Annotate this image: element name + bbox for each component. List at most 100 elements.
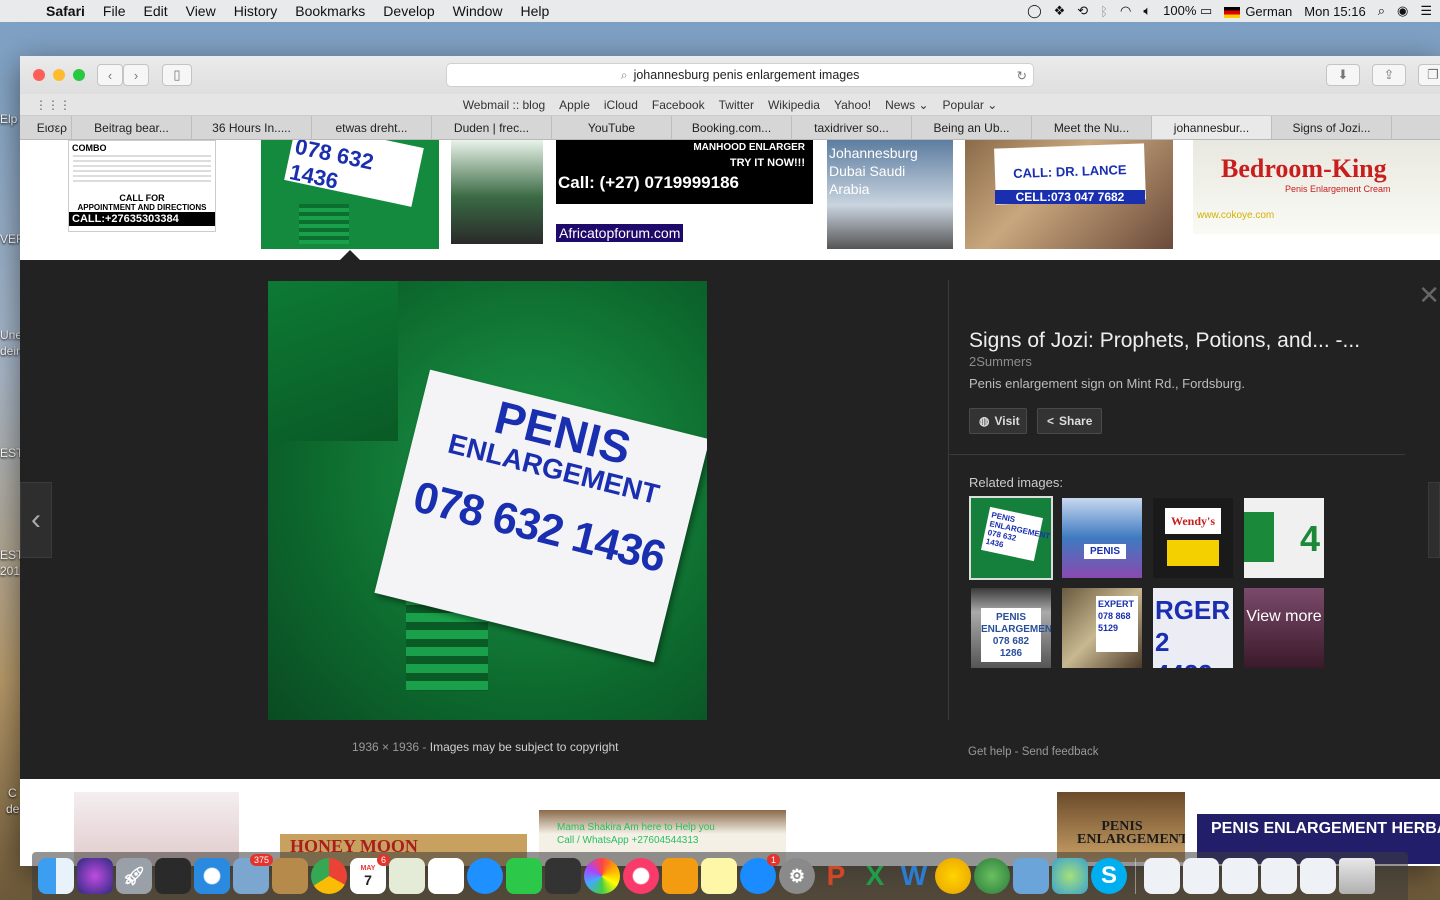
fav-webmail[interactable]: Webmail :: blog xyxy=(463,98,545,112)
battery-status[interactable]: 100% ▭ xyxy=(1163,3,1212,19)
image-result[interactable] xyxy=(451,140,543,244)
tab-overview-button[interactable]: ❐ xyxy=(1418,64,1440,86)
menu-help[interactable]: Help xyxy=(511,3,558,19)
reminders-icon[interactable] xyxy=(428,858,464,894)
safari-icon[interactable] xyxy=(194,858,230,894)
time-machine-icon[interactable]: ⟲ xyxy=(1077,3,1088,19)
sidebar-toggle-button[interactable]: ▯ xyxy=(162,64,192,86)
word-icon[interactable]: W xyxy=(896,858,932,894)
reload-icon[interactable]: ↻ xyxy=(1017,68,1027,83)
tab[interactable]: etwas dreht... xyxy=(312,116,432,139)
powerpoint-icon[interactable]: P xyxy=(818,858,854,894)
tab[interactable]: Being an Ub... xyxy=(912,116,1032,139)
notes-book-icon[interactable] xyxy=(272,858,308,894)
preview-icon[interactable] xyxy=(1013,858,1049,894)
status-circle-icon[interactable]: ◯ xyxy=(1027,3,1042,19)
zoom-window-button[interactable] xyxy=(73,69,85,81)
document-icon[interactable] xyxy=(1261,858,1297,894)
menu-edit[interactable]: Edit xyxy=(134,3,176,19)
menu-view[interactable]: View xyxy=(177,3,225,19)
dropbox-icon[interactable]: ❖ xyxy=(1054,3,1066,19)
downloads-button[interactable]: ⬇ xyxy=(1326,64,1360,86)
menu-bookmarks[interactable]: Bookmarks xyxy=(286,3,374,19)
visit-button[interactable]: ◍ Visit xyxy=(969,408,1027,434)
menu-file[interactable]: File xyxy=(94,3,135,19)
chrome-icon[interactable] xyxy=(311,858,347,894)
onenote-icon[interactable] xyxy=(935,858,971,894)
photos-icon[interactable] xyxy=(584,858,620,894)
photo-booth-icon[interactable] xyxy=(545,858,581,894)
address-bar[interactable]: ⌕ johannesburg penis enlargement images … xyxy=(446,63,1034,87)
image-result[interactable]: CALL: DR. LANCE CELL:073 047 7682 xyxy=(965,140,1173,249)
image-result[interactable]: MANHOOD ENLARGER TRY IT NOW!!! Call: (+2… xyxy=(556,140,813,204)
tab[interactable]: Signs of Jozi... xyxy=(1272,116,1392,139)
stickies-icon[interactable] xyxy=(701,858,737,894)
finder-icon[interactable] xyxy=(38,858,74,894)
facetime-icon[interactable] xyxy=(506,858,542,894)
system-preferences-icon[interactable]: ⚙︎ xyxy=(779,858,815,894)
tab[interactable]: Meet the Nu... xyxy=(1032,116,1152,139)
fav-twitter[interactable]: Twitter xyxy=(719,98,754,112)
send-feedback-link[interactable]: Send feedback xyxy=(1022,746,1099,758)
image-result[interactable]: 078 632 1436 xyxy=(261,140,439,249)
document-icon[interactable] xyxy=(1183,858,1219,894)
image-result[interactable]: Johannesburg Dubai Saudi Arabia xyxy=(827,140,953,249)
top-sites-grid-icon[interactable]: ⋮⋮⋮ xyxy=(35,98,71,112)
share-button[interactable]: < Share xyxy=(1037,408,1102,434)
share-toolbar-button[interactable]: ⇪ xyxy=(1372,64,1406,86)
get-help-link[interactable]: Get help xyxy=(968,746,1011,758)
result-title[interactable]: Signs of Jozi: Prophets, Potions, and...… xyxy=(969,329,1389,353)
minimize-window-button[interactable] xyxy=(53,69,65,81)
spotlight-search-icon[interactable]: ⌕ xyxy=(1378,3,1385,19)
close-window-button[interactable] xyxy=(33,69,45,81)
related-image[interactable]: EXPERT 078 868 5129 xyxy=(1062,588,1142,668)
fav-yahoo[interactable]: Yahoo! xyxy=(834,98,871,112)
launchpad-icon[interactable]: 🚀︎ xyxy=(116,858,152,894)
ibooks-icon[interactable] xyxy=(662,858,698,894)
fav-facebook[interactable]: Facebook xyxy=(652,98,705,112)
messages-icon[interactable] xyxy=(467,858,503,894)
app-store-icon[interactable]: 1 xyxy=(740,854,780,894)
forward-button[interactable]: › xyxy=(123,64,149,86)
trash-icon[interactable] xyxy=(1339,858,1375,894)
document-icon[interactable] xyxy=(1222,858,1258,894)
image-result[interactable]: COMBO CALL FOR APPOINTMENT AND DIRECTION… xyxy=(68,140,216,232)
related-image[interactable]: PENIS xyxy=(1062,498,1142,578)
mail-icon[interactable]: 375 xyxy=(233,854,273,894)
globe-app-icon[interactable] xyxy=(974,858,1010,894)
related-image[interactable]: PENIS ENLARGEMENT 078 682 1286 xyxy=(971,588,1051,668)
main-image[interactable]: PENIS ENLARGEMENT 078 632 1436 xyxy=(268,281,707,720)
menu-window[interactable]: Window xyxy=(444,3,512,19)
related-image[interactable]: PENIS ENLARGEMENT 078 632 1436 xyxy=(969,496,1053,580)
tab[interactable]: YouTube xyxy=(552,116,672,139)
siri-dock-icon[interactable] xyxy=(77,858,113,894)
tab[interactable]: Εισερ xyxy=(20,116,72,139)
tab[interactable]: Booking.com... xyxy=(672,116,792,139)
image-result[interactable]: Bedroom-King Penis Enlargement Cream www… xyxy=(1193,140,1440,234)
document-icon[interactable] xyxy=(1144,858,1180,894)
tab[interactable]: 36 Hours In..... xyxy=(192,116,312,139)
bluetooth-icon[interactable]: ᛒ xyxy=(1100,4,1108,19)
related-image[interactable]: RGER 2 4429 xyxy=(1153,588,1233,668)
related-image[interactable]: Wendy's xyxy=(1153,498,1233,578)
close-viewer-icon[interactable]: ✕ xyxy=(1418,280,1440,311)
calendar-icon[interactable]: MAY 7 6 xyxy=(350,854,390,894)
tab[interactable]: taxidriver so... xyxy=(792,116,912,139)
wifi-icon[interactable]: ◠ xyxy=(1120,3,1131,19)
fav-icloud[interactable]: iCloud xyxy=(604,98,638,112)
tab[interactable]: Beitrag bear... xyxy=(72,116,192,139)
activity-monitor-icon[interactable] xyxy=(155,858,191,894)
document-icon[interactable] xyxy=(1300,858,1336,894)
next-image-button[interactable] xyxy=(1428,482,1440,558)
view-more-button[interactable]: View more xyxy=(1244,588,1324,668)
fav-apple[interactable]: Apple xyxy=(559,98,590,112)
menu-app-name[interactable]: Safari xyxy=(42,3,94,19)
back-button[interactable]: ‹ xyxy=(97,64,123,86)
siri-icon[interactable]: ◉ xyxy=(1397,3,1408,19)
skype-icon[interactable]: S xyxy=(1091,858,1127,894)
volume-icon[interactable]: 🔈︎ xyxy=(1143,3,1151,19)
family-icon[interactable] xyxy=(1052,858,1088,894)
tab-active[interactable]: johannesbur... xyxy=(1152,116,1272,139)
input-source-menu[interactable]: German xyxy=(1224,4,1292,19)
previous-image-button[interactable]: ‹ xyxy=(20,482,52,558)
